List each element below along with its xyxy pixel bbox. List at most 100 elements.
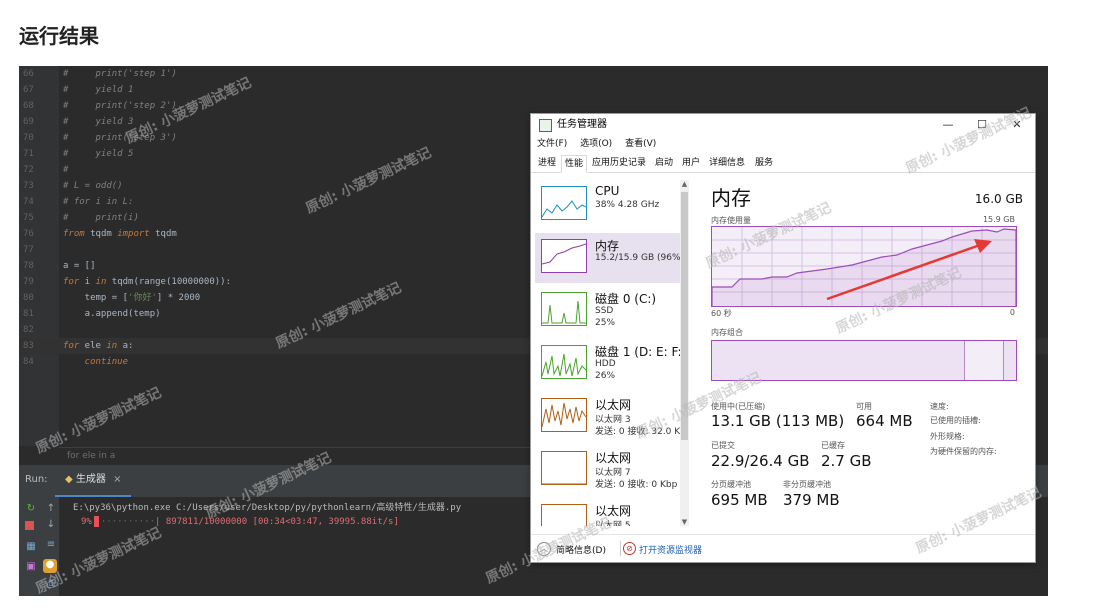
run-label: Run: <box>25 474 48 485</box>
resource-detail: 26% <box>595 371 616 381</box>
resource-item[interactable]: CPU 38% 4.28 GHz <box>535 180 683 230</box>
resource-name: 以太网 <box>595 451 632 465</box>
resource-name: 以太网 <box>595 398 632 412</box>
code-text: continue <box>63 354 128 370</box>
run-tab-label: 生成器 <box>75 474 106 485</box>
resource-name: CPU <box>595 184 620 198</box>
code-token: a = [] <box>63 261 96 271</box>
code-token: ele <box>79 341 107 351</box>
open-resource-monitor-link[interactable]: 打开资源监视器 <box>639 543 702 556</box>
rerun-icon[interactable]: ↻ <box>25 503 37 515</box>
code-token: # yield 1 <box>63 85 134 95</box>
resource-detail: 发送: 0 接收: 32.0 K <box>595 427 681 437</box>
scrollbar-thumb[interactable] <box>681 192 688 440</box>
reserved-label: 为硬件保留的内存: <box>930 447 997 456</box>
code-text: # yield 5 <box>63 146 133 162</box>
layout-icon[interactable]: ▦ <box>25 541 37 553</box>
tab-users[interactable]: 用户 <box>679 155 703 171</box>
code-token: a: <box>117 341 134 351</box>
code-token: # yield 3 <box>63 117 134 127</box>
menu-file[interactable]: 文件(F) <box>537 139 567 149</box>
resource-thumbnail <box>541 239 587 273</box>
chevron-up-icon[interactable]: ︿ <box>537 542 551 556</box>
close-button[interactable]: ✕ <box>1003 114 1031 136</box>
line-number: 69 <box>23 117 34 127</box>
usage-label: 内存使用量 <box>711 216 751 225</box>
code-token: for <box>63 341 80 351</box>
pin-icon[interactable]: ▣ <box>25 561 37 573</box>
tab-details[interactable]: 详细信息 <box>706 155 748 171</box>
resource-detail: 以太网 5 <box>595 521 631 526</box>
line-number: 66 <box>23 69 34 79</box>
menu-view[interactable]: 查看(V) <box>625 139 656 149</box>
resource-monitor-icon: ⊘ <box>623 542 636 555</box>
code-text: # <box>63 162 68 178</box>
code-token: tqdm <box>84 229 118 239</box>
memory-composition-bar <box>711 340 1017 381</box>
resource-item[interactable]: 以太网 以太网 7 发送: 0 接收: 0 Kbp <box>535 445 683 495</box>
arrow-up-icon[interactable]: ↑ <box>45 503 57 515</box>
code-line[interactable]: 68 # print('step 2') <box>19 98 1048 114</box>
line-number: 84 <box>23 357 34 367</box>
resource-item[interactable]: 以太网 以太网 3 发送: 0 接收: 32.0 K <box>535 392 683 442</box>
print-icon[interactable]: ⎙ <box>45 579 57 591</box>
tab-processes[interactable]: 进程 <box>535 155 559 171</box>
resource-item[interactable]: 内存 15.2/15.9 GB (96%) <box>535 233 684 283</box>
code-line[interactable]: 67 # yield 1 <box>19 82 1048 98</box>
line-number: 68 <box>23 101 34 111</box>
close-icon[interactable]: × <box>113 474 121 485</box>
code-token: # for i in L: <box>63 197 134 207</box>
tab-services[interactable]: 服务 <box>752 155 776 171</box>
paged-pool-value: 695 MB <box>711 491 768 509</box>
article-title: 运行结果 <box>19 24 99 48</box>
line-number: 72 <box>23 165 34 175</box>
resource-thumbnail <box>541 345 587 379</box>
footer-bar: ︿ 简略信息(D) ⊘ 打开资源监视器 <box>531 534 1035 562</box>
code-token: # print('step 3') <box>63 133 177 143</box>
code-line[interactable]: 66 # print('step 1') <box>19 66 1048 82</box>
line-number: 79 <box>23 277 34 287</box>
maximize-button[interactable]: ☐ <box>968 114 996 136</box>
tab-startup[interactable]: 启动 <box>652 155 676 171</box>
fewer-details-button[interactable]: 简略信息(D) <box>556 543 606 556</box>
code-text: a.append(temp) <box>63 306 161 322</box>
scroll-up-icon[interactable]: ▲ <box>680 180 689 188</box>
cached-label: 已缓存 <box>821 441 845 450</box>
axis-left-label: 60 秒 <box>711 309 732 318</box>
in-use-label: 使用中(已压缩) <box>711 402 766 411</box>
code-token: continue <box>63 357 129 367</box>
code-token: tqdm <box>149 229 177 239</box>
run-side-toolbar: ↻ ↑ ↓ ▦ ≡ ▣ ● ⎙ <box>19 497 59 596</box>
code-token: temp = [ <box>63 293 129 303</box>
resource-scrollbar[interactable]: ▲ ▼ <box>680 180 689 526</box>
resource-item[interactable]: 磁盘 1 (D: E: F:) HDD 26% <box>535 339 687 389</box>
resource-detail: 38% 4.28 GHz <box>595 200 660 210</box>
code-token: '你好' <box>128 293 157 303</box>
tab-app-history[interactable]: 应用历史记录 <box>589 155 649 171</box>
resource-item[interactable]: 以太网以太网 5发送: 0 接收: 0 Kbp <box>535 498 683 526</box>
scroll-down-icon[interactable]: ▼ <box>680 518 689 526</box>
menu-options[interactable]: 选项(O) <box>580 139 612 149</box>
code-text: from tqdm import tqdm <box>63 226 177 242</box>
minimize-button[interactable]: — <box>934 114 962 136</box>
resource-item[interactable]: 磁盘 0 (C:) SSD 25% <box>535 286 683 336</box>
stop-icon[interactable] <box>25 521 34 530</box>
tab-performance[interactable]: 性能 <box>561 155 588 173</box>
line-number: 67 <box>23 85 34 95</box>
code-token: # yield 5 <box>63 149 134 159</box>
title-bar[interactable]: 任务管理器 — ☐ ✕ <box>531 114 1035 136</box>
resource-list[interactable]: CPU 38% 4.28 GHz 内存 15.2/15.9 GB (96%) 磁盘 0 … <box>531 174 691 526</box>
tab-bar: 进程 性能 应用历史记录 启动 用户 详细信息 服务 <box>531 154 1035 173</box>
code-text: # L = odd() <box>63 178 123 194</box>
resource-name: 磁盘 1 (D: E: F:) <box>595 345 687 359</box>
code-token: i <box>79 277 96 287</box>
run-tab[interactable]: ◆ 生成器 × <box>55 465 132 497</box>
console-command: E:\py36\python.exe C:/Users/user/Desktop… <box>73 503 462 513</box>
line-number: 76 <box>23 229 34 239</box>
settings-icon[interactable]: ● <box>43 559 57 573</box>
code-text: # yield 1 <box>63 82 133 98</box>
resource-detail: HDD <box>595 359 616 369</box>
console-progress: 9% ··········| 897811/10000000 [00:34<03:… <box>81 516 399 527</box>
wrap-icon[interactable]: ≡ <box>45 539 57 551</box>
arrow-down-icon[interactable]: ↓ <box>45 519 57 531</box>
